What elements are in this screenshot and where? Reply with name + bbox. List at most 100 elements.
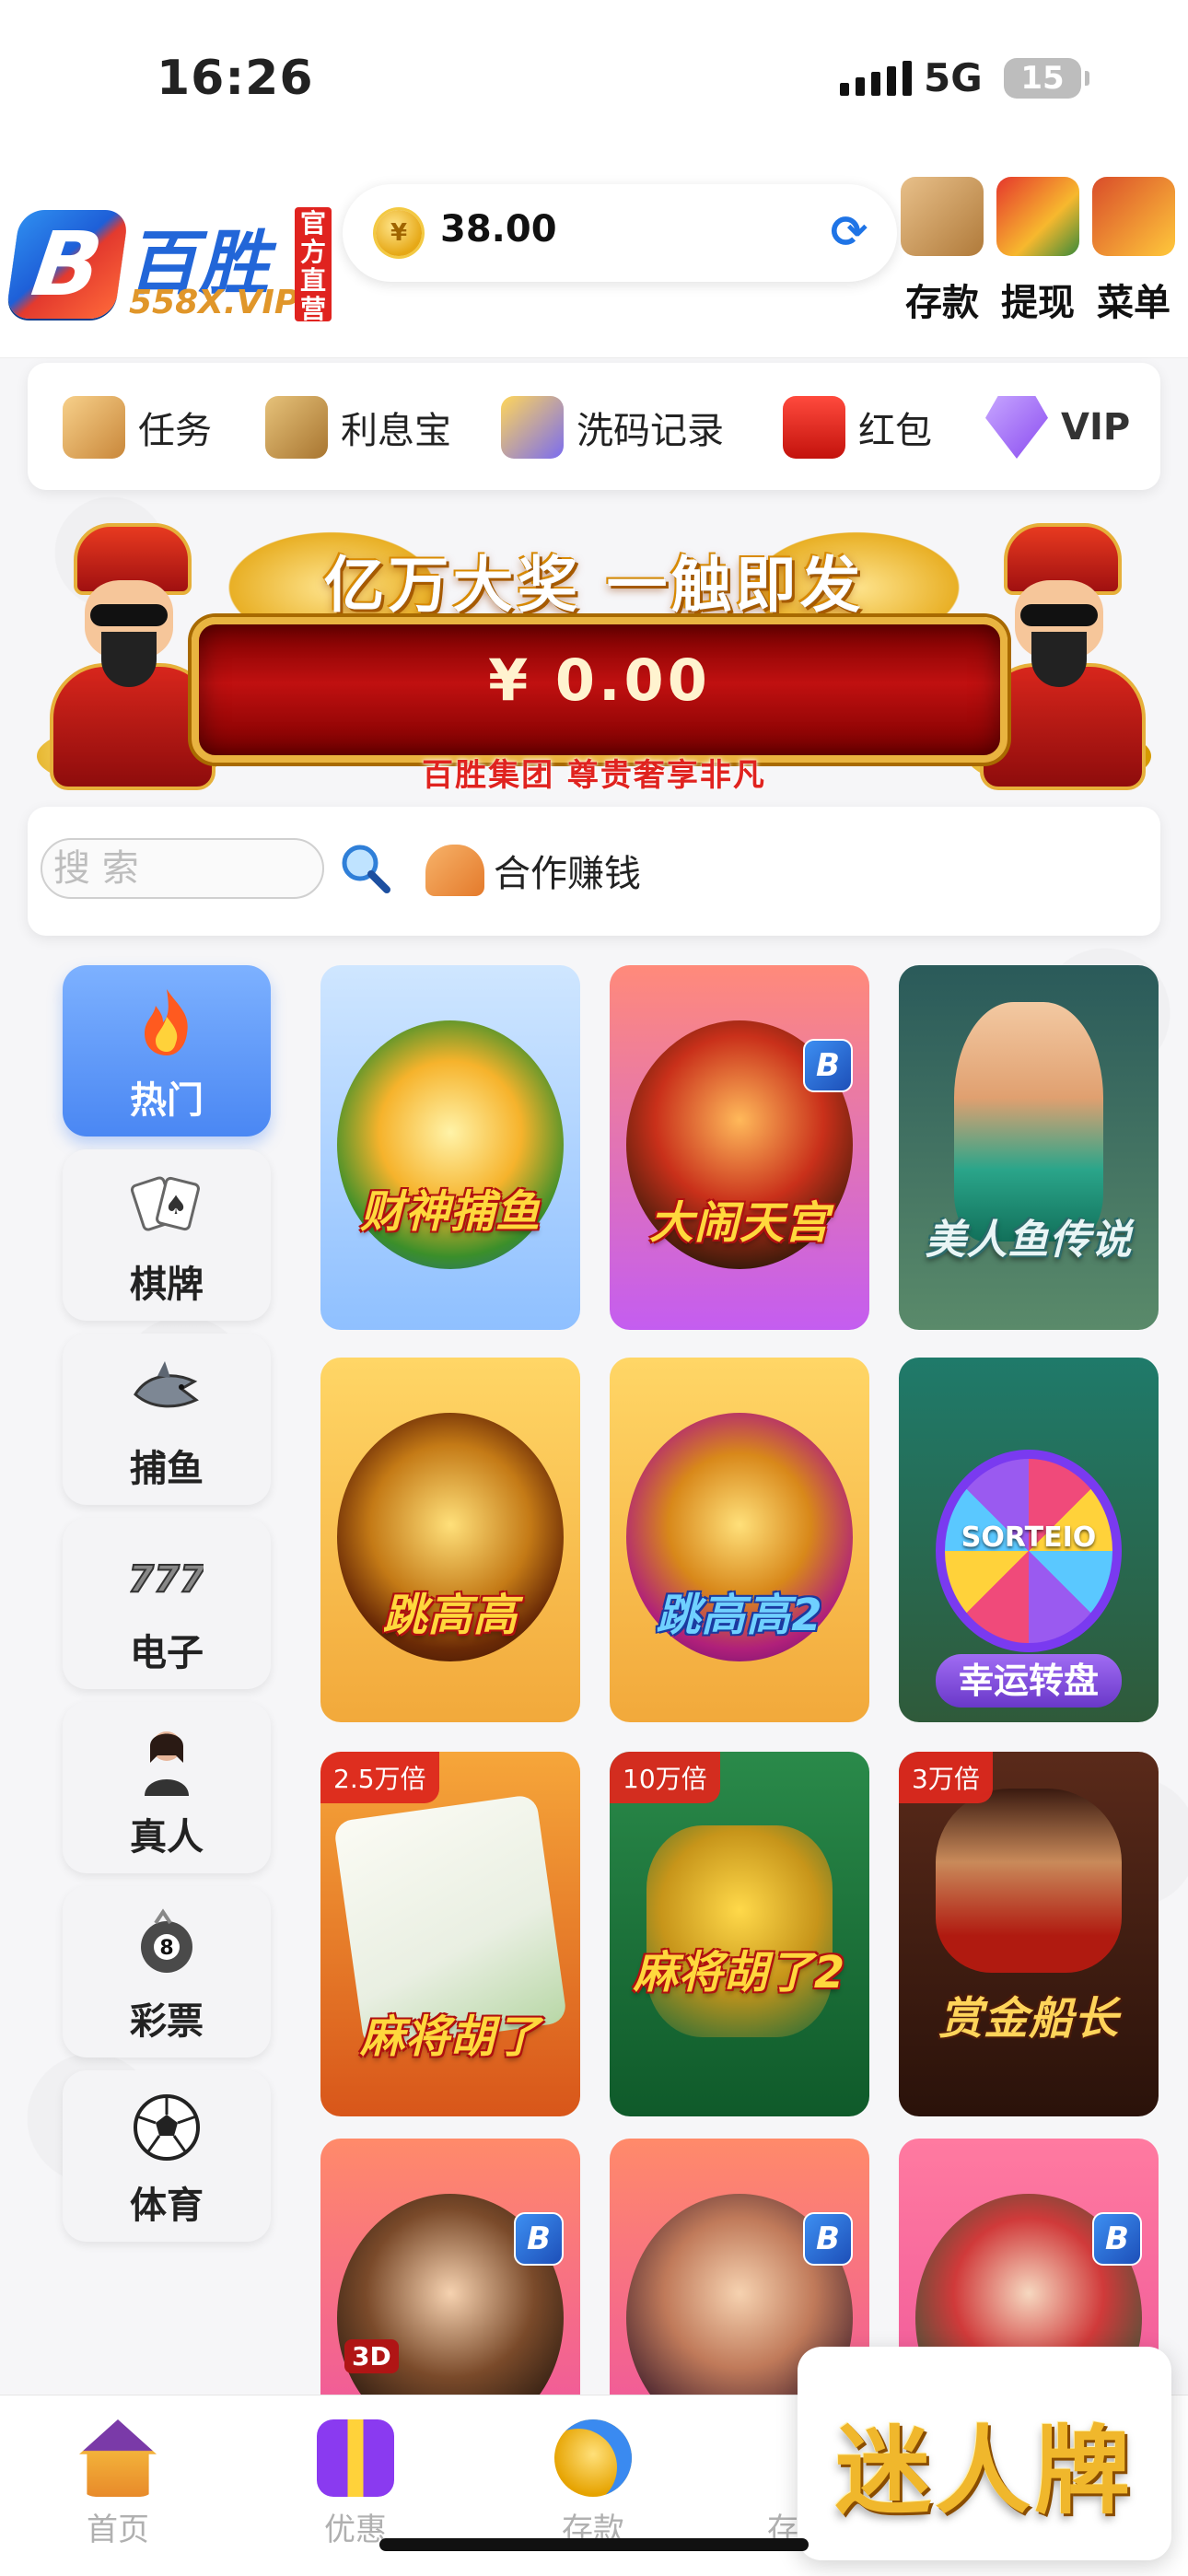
- cooperation-link[interactable]: 合作赚钱: [425, 838, 641, 903]
- category-label: 捕鱼: [130, 1448, 204, 1490]
- svg-text:777: 777: [130, 1558, 204, 1601]
- wheel-text: SORTEIO: [961, 1521, 1097, 1554]
- banner-title: 亿万大奖 一触即发: [323, 550, 865, 621]
- quick-item-vip[interactable]: VIP: [985, 390, 1130, 464]
- promo-text: 迷人牌: [834, 2415, 1134, 2527]
- brand-badge: B: [803, 2212, 853, 2266]
- balance-amount: 38.00: [440, 208, 557, 251]
- category-lottery[interactable]: 8 彩票: [63, 1886, 271, 2057]
- game-card-danao-tiangong[interactable]: B 大闹天宫: [610, 965, 869, 1330]
- game-art: [954, 1002, 1103, 1241]
- game-name: 赏金船长: [938, 1993, 1119, 2045]
- floating-promo-badge[interactable]: 迷人牌: [798, 2347, 1171, 2560]
- dragon-icon: [646, 1825, 833, 2037]
- game-name: 跳高高2: [656, 1590, 823, 1641]
- tab-label: 首页: [87, 2512, 149, 2548]
- wallet-icon: [901, 177, 984, 256]
- money-bag-icon: [265, 396, 328, 459]
- game-card-tiaogaogao-2[interactable]: 跳高高2: [610, 1358, 869, 1722]
- game-card-caishen-fishing[interactable]: 财神捕鱼: [320, 965, 580, 1330]
- category-live[interactable]: 真人: [63, 1702, 271, 1873]
- category-slots[interactable]: 777 电子: [63, 1518, 271, 1689]
- quick-item-label: 红包: [858, 410, 932, 452]
- tab-deposit[interactable]: 存款: [529, 2419, 658, 2549]
- quick-item-red-envelope[interactable]: 红包: [783, 390, 932, 464]
- coins-icon: [501, 396, 564, 459]
- treasure-chest-icon: [1092, 177, 1175, 256]
- svg-text:♠: ♠: [164, 1190, 187, 1220]
- category-label: 热门: [130, 1079, 204, 1122]
- quick-nav: 任务 利息宝 洗码记录 红包 VIP: [28, 363, 1160, 490]
- tab-home[interactable]: 首页: [53, 2419, 182, 2549]
- menu-button[interactable]: 菜单: [1083, 177, 1184, 326]
- game-card-tiaogaogao[interactable]: 跳高高: [320, 1358, 580, 1722]
- quick-item-label: VIP: [1061, 406, 1131, 449]
- game-name: 大闹天宫: [648, 1197, 830, 1249]
- brand-badge: B: [1092, 2212, 1142, 2266]
- logo-b-icon: B: [5, 210, 130, 319]
- brand-logo[interactable]: B 百胜 558X.VIP 官方直营: [5, 203, 335, 323]
- vip-diamond-icon: [985, 396, 1048, 459]
- home-icon: [79, 2419, 157, 2497]
- coin-icon: ¥: [376, 210, 422, 256]
- task-icon: [63, 396, 125, 459]
- category-label: 真人: [130, 1816, 204, 1859]
- handshake-icon: [425, 845, 484, 896]
- category-fishing[interactable]: 捕鱼: [63, 1334, 271, 1505]
- quick-item-rebate-record[interactable]: 洗码记录: [501, 390, 724, 464]
- pirate-icon: [936, 1789, 1122, 1973]
- network-type: 5G: [924, 55, 983, 100]
- game-name: 幸运转盘: [936, 1654, 1122, 1708]
- game-name: 财神捕鱼: [359, 1186, 541, 1238]
- tab-promotions[interactable]: 优惠: [291, 2419, 420, 2549]
- game-name: 跳高高: [382, 1590, 518, 1641]
- category-sports[interactable]: 体育: [63, 2070, 271, 2242]
- quick-item-interest[interactable]: 利息宝: [265, 390, 451, 464]
- withdraw-button[interactable]: 提现: [987, 177, 1089, 326]
- battery-level: 15: [1020, 60, 1065, 97]
- game-card-mermaid[interactable]: 美人鱼传说: [899, 965, 1159, 1330]
- category-label: 彩票: [130, 2000, 204, 2043]
- gift-icon: [317, 2419, 394, 2497]
- battery-icon: 15: [1004, 58, 1089, 99]
- brand-badge: B: [514, 2212, 564, 2266]
- brand-badge: B: [803, 1039, 853, 1092]
- deposit-coin-icon: [554, 2419, 632, 2497]
- fire-icon: [145, 989, 188, 1055]
- game-card-mahjong-ways[interactable]: 2.5万倍 麻将胡了: [320, 1752, 580, 2116]
- signal-icon: [840, 61, 912, 96]
- game-card-row4-1[interactable]: B 3D: [320, 2139, 580, 2415]
- category-cards[interactable]: ♠ 棋牌: [63, 1149, 271, 1321]
- lottery-ball-icon: 8: [141, 1908, 192, 1973]
- logo-domain: 558X.VIP: [129, 284, 299, 321]
- game-card-mahjong-ways-2[interactable]: 10万倍 麻将胡了2: [610, 1752, 869, 2116]
- search-input[interactable]: [41, 838, 324, 899]
- quick-item-label: 利息宝: [341, 410, 451, 452]
- slot-777-icon: 777: [130, 1557, 204, 1602]
- jackpot-banner[interactable]: 亿万大奖 一触即发 ¥ 0.00 百胜集团 尊贵奢享非凡: [28, 516, 1160, 794]
- search-icon[interactable]: [337, 840, 392, 895]
- quick-item-task[interactable]: 任务: [63, 390, 212, 464]
- shark-icon: [134, 1361, 199, 1408]
- app-header: B 百胜 558X.VIP 官方直营 ¥ 38.00 ⟳ 存款 提现 菜单: [0, 157, 1188, 358]
- menu-label: 菜单: [1097, 282, 1171, 324]
- search-row: 合作赚钱: [28, 807, 1160, 936]
- deposit-label: 存款: [905, 282, 979, 324]
- deposit-button[interactable]: 存款: [891, 177, 993, 326]
- game-card-lucky-wheel[interactable]: SORTEIO 幸运转盘: [899, 1358, 1159, 1722]
- game-name: 美人鱼传说: [925, 1217, 1133, 1264]
- quick-item-label: 洗码记录: [577, 410, 724, 452]
- red-envelope-icon: [783, 396, 845, 459]
- game-name: 麻将胡了: [359, 2011, 541, 2063]
- category-hot[interactable]: 热门: [63, 965, 271, 1136]
- category-label: 电子: [130, 1632, 204, 1674]
- quick-item-label: 任务: [138, 410, 212, 452]
- home-indicator[interactable]: [379, 2538, 809, 2551]
- balance-pill: ¥ 38.00 ⟳: [343, 184, 897, 282]
- game-card-captains-bounty[interactable]: 3万倍 赏金船长: [899, 1752, 1159, 2116]
- game-name: 麻将胡了2: [633, 1947, 846, 1999]
- multiplier-badge: 3万倍: [899, 1752, 993, 1803]
- refresh-icon[interactable]: ⟳: [827, 210, 871, 254]
- category-label: 棋牌: [130, 1264, 204, 1306]
- svg-text:8: 8: [159, 1937, 173, 1960]
